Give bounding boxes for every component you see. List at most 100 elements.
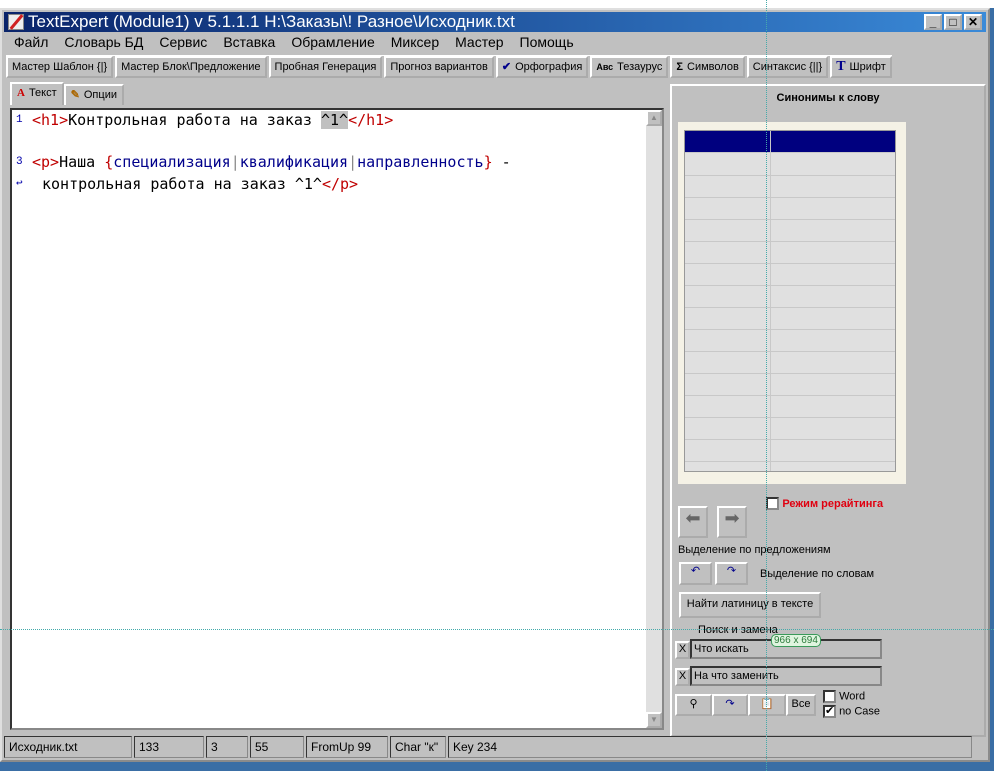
grid-row[interactable] (685, 198, 895, 220)
redo-icon: ↷ (726, 565, 737, 577)
tab-text[interactable]: A Текст (10, 82, 64, 105)
rewrite-mode-checkbox[interactable]: Режим рерайтинга (766, 496, 884, 511)
clear-find-button[interactable]: X (675, 641, 690, 659)
status-line: 3 (206, 736, 248, 758)
grid-row[interactable] (685, 352, 895, 374)
status-key: Key 234 (448, 736, 972, 758)
menu-dictionary[interactable]: Словарь БД (56, 32, 151, 52)
status-chars: 133 (134, 736, 204, 758)
prev-button[interactable]: ⬅ (678, 506, 708, 538)
undo-icon: ↶ (690, 565, 701, 577)
find-button[interactable]: ⚲ (675, 694, 712, 716)
code-line-3: <p>Наша {специализация|квалификация|напр… (32, 153, 511, 171)
paste-button[interactable]: 📋 (748, 694, 786, 716)
grid-header (685, 131, 895, 153)
panel-title: Синонимы к слову (776, 92, 880, 104)
no-case-checkbox[interactable]: ✔ no Case (823, 705, 880, 718)
status-col: 55 (250, 736, 304, 758)
scroll-down-button[interactable]: ▼ (646, 712, 662, 728)
window-title: TextExpert (Module1) v 5.1.1.1 H:\Заказы… (28, 12, 515, 31)
code-line-3-wrap: контрольная работа на заказ ^1^</p> (42, 175, 359, 193)
block-master-button[interactable]: Мастер Блок\Предложение (115, 56, 267, 78)
grid-row[interactable] (685, 396, 895, 418)
grid-row[interactable] (685, 242, 895, 264)
status-fromup: FromUp 99 (306, 736, 388, 758)
menu-master[interactable]: Мастер (447, 32, 511, 52)
vertical-scrollbar[interactable]: ▲ ▼ (646, 110, 662, 728)
next-button[interactable]: ➡ (717, 506, 747, 538)
sigma-icon: Σ (676, 61, 684, 73)
grid-row[interactable] (685, 440, 895, 462)
template-master-button[interactable]: Мастер Шаблон {|} (6, 56, 114, 78)
maximize-button[interactable]: □ (944, 14, 962, 30)
by-words-label: Выделение по словам (760, 568, 875, 580)
tab-options[interactable]: ✎ Опции (63, 84, 124, 105)
app-icon (8, 14, 24, 30)
app-window: TextExpert (Module1) v 5.1.1.1 H:\Заказы… (0, 8, 990, 762)
trial-generation-button[interactable]: Пробная Генерация (268, 56, 383, 78)
menu-bar: Файл Словарь БД Сервис Вставка Обрамлени… (6, 32, 582, 52)
status-filename: Исходник.txt (4, 736, 132, 758)
close-button[interactable]: ✕ (964, 14, 982, 30)
forecast-button[interactable]: Прогноз вариантов (384, 56, 494, 78)
grid-row[interactable] (685, 286, 895, 308)
symbols-button[interactable]: Σ Символов (670, 56, 745, 78)
wrap-icon: ↩ (16, 178, 23, 190)
synonyms-grid-frame (678, 122, 906, 484)
binoculars-icon: ⚲ (689, 698, 698, 710)
check-icon: ✔ (823, 705, 836, 718)
arrow-right-icon: ➡ (724, 508, 740, 528)
status-char: Char "к" (390, 736, 446, 758)
menu-help[interactable]: Помощь (512, 32, 582, 52)
thesaurus-icon: Авс (596, 62, 614, 72)
word-checkbox[interactable]: Word (823, 690, 865, 703)
spelling-button[interactable]: ✔ Орфография (495, 56, 589, 78)
status-bar: Исходник.txt 133 3 55 FromUp 99 Char "к"… (4, 736, 972, 758)
line-number: 1 (16, 114, 23, 126)
grid-row[interactable] (685, 154, 895, 176)
grid-row[interactable] (685, 330, 895, 352)
guide-line-vertical (766, 0, 767, 771)
syntax-button[interactable]: Синтаксис {||} (746, 56, 829, 78)
desktop-strip (0, 0, 994, 8)
grid-row[interactable] (685, 176, 895, 198)
replace-input[interactable]: На что заменить (690, 666, 882, 686)
synonyms-panel: Синонимы к слову Режим рерайтинга ⬅ ➡ Вы… (670, 84, 986, 737)
menu-service[interactable]: Сервис (151, 32, 215, 52)
scroll-up-button[interactable]: ▲ (646, 110, 662, 126)
menu-file[interactable]: Файл (6, 32, 56, 52)
grid-row[interactable] (685, 418, 895, 440)
menu-framing[interactable]: Обрамление (283, 32, 382, 52)
grid-row[interactable] (685, 264, 895, 286)
spellcheck-icon: ✔ (501, 61, 512, 73)
minimize-button[interactable]: _ (924, 14, 942, 30)
grid-row[interactable] (685, 308, 895, 330)
tab-bar: A Текст ✎ Опции (10, 82, 124, 105)
code-line-1: <h1>Контрольная работа на заказ ^1^</h1> (32, 111, 394, 129)
undo-button[interactable]: ↶ (679, 562, 712, 585)
replace-all-button[interactable]: Все (786, 694, 816, 716)
thesaurus-button[interactable]: Авс Тезаурус (590, 56, 669, 78)
font-button[interactable]: T Шрифт (830, 56, 892, 78)
menu-mixer[interactable]: Миксер (383, 32, 447, 52)
clear-replace-button[interactable]: X (675, 668, 690, 686)
find-latin-button[interactable]: Найти латиницу в тексте (679, 592, 821, 618)
rewrite-mode-label: Режим рерайтинга (782, 498, 884, 510)
menu-insert[interactable]: Вставка (215, 32, 283, 52)
title-bar: TextExpert (Module1) v 5.1.1.1 H:\Заказы… (4, 12, 986, 32)
guide-line-horizontal (0, 629, 994, 630)
line-gutter: 1 3 ↩ (12, 110, 30, 728)
by-sentences-label: Выделение по предложениям (678, 544, 831, 556)
font-icon: T (836, 59, 846, 74)
size-tooltip: 966 x 694 (771, 634, 821, 647)
grid-row[interactable] (685, 374, 895, 396)
tools-icon: ✎ (70, 89, 80, 101)
redo-icon: ↷ (725, 698, 735, 710)
text-editor[interactable]: 1 3 ↩ <h1>Контрольная работа на заказ ^1… (10, 108, 664, 730)
text-icon: A (17, 87, 25, 99)
line-number: 3 (16, 156, 23, 168)
synonyms-grid[interactable] (684, 130, 896, 472)
replace-button[interactable]: ↷ (712, 694, 748, 716)
redo-button[interactable]: ↷ (715, 562, 748, 585)
grid-row[interactable] (685, 220, 895, 242)
